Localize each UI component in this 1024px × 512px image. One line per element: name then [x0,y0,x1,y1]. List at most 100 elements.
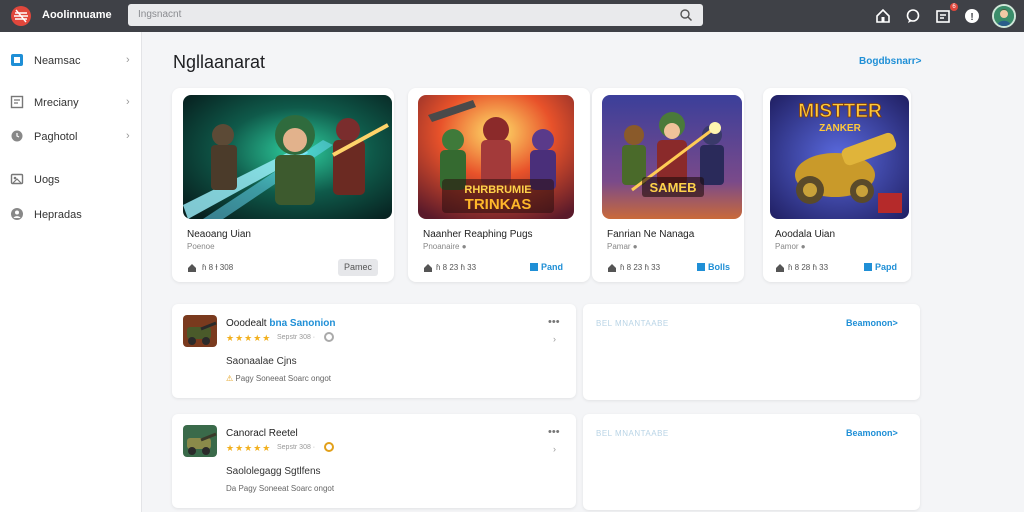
top-bar: Aoolinnuame Ingsnacnt 6 ! [0,0,1024,32]
home-icon [608,264,616,272]
game-subtitle: Pamar ● [607,242,638,251]
sidebar: Neamsac › Mreciany › Paghotol › Uogs Hep… [0,32,142,512]
expand-icon[interactable]: › [553,334,556,344]
artwork-title-2: TRINKAS [465,196,532,213]
notification-badge: 6 [950,3,958,11]
review-thumbnail[interactable] [183,425,217,457]
game-action-button[interactable]: Pand [524,259,569,276]
more-options-icon[interactable]: ••• [548,426,560,438]
game-thumbnail-image [183,315,217,347]
game-stats: ɦ 8 Ɨ 308 [202,263,234,272]
expand-icon[interactable]: › [553,444,556,454]
game-action-label: Papd [875,262,898,272]
artwork-title: SAMEB [650,180,697,195]
search-input[interactable]: Ingsnacnt [138,9,181,20]
review-meta: Sepstr 308 · [277,334,316,341]
status-indicator-icon [324,332,334,342]
info-panel: BEL MNANTAABE Beamonon> [583,304,920,400]
sidebar-item-label: Mreciany [34,97,79,109]
home-icon [188,264,196,272]
sidebar-item-3[interactable]: Paghotol › [0,122,142,152]
info-panel-link[interactable]: Beamonon> [846,428,898,438]
search-bar[interactable]: Ingsnacnt [128,4,703,26]
home-icon [776,264,784,272]
game-action-button[interactable]: Bolls [691,259,736,276]
clock-icon [11,130,23,142]
game-artwork[interactable]: MISTTER ZANKER [770,95,909,219]
game-action-label: Pamec [344,262,373,272]
artwork-title-1: MISTTER [798,101,882,122]
chevron-right-icon: › [126,130,130,142]
game-thumbnail-image [183,425,217,457]
review-detail-text: Pagy Soneeat Soarc ongot [235,374,332,383]
sidebar-item-label: Paghotol [34,131,78,143]
review-card[interactable]: Canoracl Reetel ★★★★★ Sepstr 308 · ••• ›… [172,414,576,508]
svg-text:!: ! [970,12,973,23]
sidebar-item-label: Hepradas [34,209,82,221]
sidebar-item-1[interactable]: Neamsac › [0,46,142,76]
review-meta: Sepstr 308 · [277,444,316,451]
chevron-right-icon: › [126,96,130,108]
game-subtitle: Poenoe [187,242,215,251]
app-logo-icon[interactable] [10,5,32,27]
sidebar-item-2[interactable]: Mreciany › [0,88,142,118]
info-panel-label: BEL MNANTAABE [596,319,669,328]
game-action-label: Bolls [708,262,731,272]
review-headline: Saololegagg Sgtlfens [226,466,321,477]
game-artwork-image: RHRBRUMIE TRINKAS [418,95,574,219]
artwork-title-2: ZANKER [819,123,861,134]
avatar-icon [994,6,1014,26]
home-icon[interactable] [874,7,892,25]
game-artwork[interactable]: SAMEB [602,95,742,219]
review-card[interactable]: Ooodealt bna Sanonion ★★★★★ Sepstr 308 ·… [172,304,576,398]
game-action-label: Pand [541,262,564,272]
game-stats: ɦ 8 23 ɦ 33 [436,263,477,272]
game-stats: ɦ 8 23 ɦ 33 [620,263,661,272]
game-subtitle: Pnoanaire ● [423,242,467,251]
reviewer-name: Ooodealt [226,318,267,329]
info-panel-link[interactable]: Beamonon> [846,318,898,328]
inbox-icon[interactable] [934,7,952,25]
app-brand-name: Aoolinnuame [42,9,112,21]
info-panel-label: BEL MNANTAABE [596,429,669,438]
sidebar-item-label: Neamsac [34,55,81,67]
search-icon[interactable] [679,8,693,22]
home-icon [424,264,432,272]
review-detail: Da Pagy Soneeat Soarc ongot [226,484,335,493]
game-card[interactable]: RHRBRUMIE TRINKAS Naanher Reaphing Pugs … [408,88,590,282]
game-artwork[interactable] [183,95,392,219]
game-artwork[interactable]: RHRBRUMIE TRINKAS [418,95,574,219]
sidebar-item-4[interactable]: Uogs [0,165,142,195]
sidebar-item-5[interactable]: Hepradas [0,200,142,230]
warning-icon: ⚠ [226,374,234,383]
document-icon [10,95,24,109]
rating-stars: ★★★★★ [226,333,272,343]
review-headline: Saonaalae Cjns [226,356,297,367]
game-action-button[interactable]: Pamec [338,259,379,276]
sidebar-item-label: Uogs [34,174,60,186]
game-artwork-image [183,95,392,219]
flag-icon [697,263,705,271]
game-title: Aoodala Uian [775,229,836,240]
game-action-button[interactable]: Papd [858,259,903,276]
see-more-link[interactable]: Bogdbsnarr> [859,56,922,67]
user-avatar[interactable] [992,4,1016,28]
game-card[interactable]: SAMEB Fanrian Ne Nanaga Pamar ● ɦ 8 23 ɦ… [592,88,744,282]
rating-stars: ★★★★★ [226,443,272,453]
game-card[interactable]: MISTTER ZANKER Aoodala Uian Pamor ● ɦ 8 … [763,88,911,282]
flag-icon [530,263,538,271]
info-panel: BEL MNANTAABE Beamonon> [583,414,920,510]
page-title: Ngllaanarat [173,52,266,72]
game-card[interactable]: Neaoang Uian Poenoe ɦ 8 Ɨ 308 Pamec [172,88,394,282]
help-icon[interactable]: ! [963,7,981,25]
review-game-name[interactable]: bna Sanonion [269,318,335,329]
game-title: Naanher Reaphing Pugs [423,229,533,240]
chat-icon[interactable] [904,7,922,25]
image-icon [10,173,24,185]
game-stats: ɦ 8 28 ɦ 33 [788,263,829,272]
review-title: Ooodealt bna Sanonion [226,318,335,329]
user-icon [11,208,23,220]
review-thumbnail[interactable] [183,315,217,347]
game-artwork-image: MISTTER ZANKER [770,95,909,219]
more-options-icon[interactable]: ••• [548,316,560,328]
